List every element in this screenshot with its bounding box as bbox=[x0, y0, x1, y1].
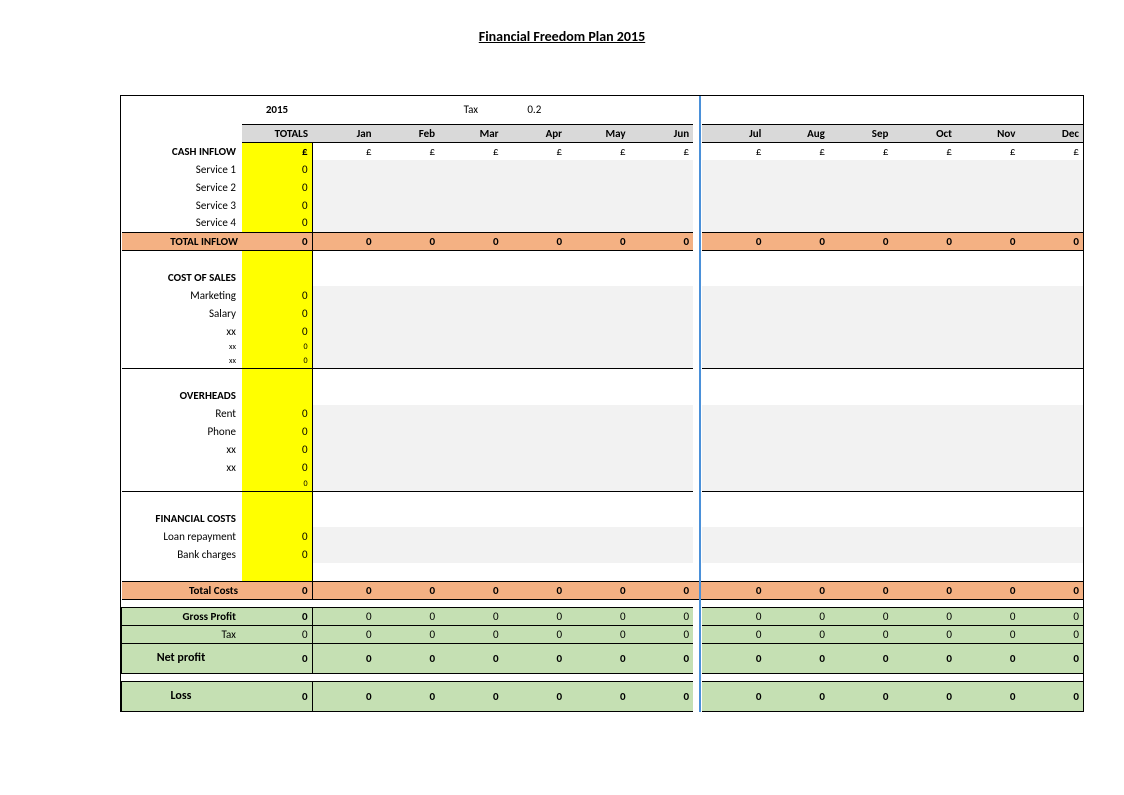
tax-rate: 0.2 bbox=[503, 96, 567, 124]
info-row: 2015 Tax 0.2 bbox=[122, 96, 1084, 124]
hdr-totals: TOTALS bbox=[242, 124, 312, 142]
net-profit-row: Net profit 0 0 0 0 0 0 0 0 0 0 0 0 0 bbox=[122, 643, 1084, 673]
table-row: xx0 bbox=[122, 322, 1084, 340]
table-row: 0 bbox=[122, 477, 1084, 492]
table-row: Service 30 bbox=[122, 196, 1084, 214]
table-row: xx0 bbox=[122, 354, 1084, 369]
table-row: xx0 bbox=[122, 441, 1084, 459]
spacer bbox=[122, 369, 1084, 387]
spacer bbox=[122, 491, 1084, 509]
table-row: Phone0 bbox=[122, 423, 1084, 441]
table-row: Bank charges0 bbox=[122, 545, 1084, 563]
mid-year-divider bbox=[699, 96, 701, 712]
table-row: Marketing0 bbox=[122, 286, 1084, 304]
loss-row: Loss 0 0 0 0 0 0 0 0 0 0 0 0 0 bbox=[122, 681, 1084, 711]
overheads-title: OVERHEADS bbox=[122, 387, 1084, 405]
page-title: Financial Freedom Plan 2015 bbox=[0, 0, 1124, 95]
table-row: Rent0 bbox=[122, 405, 1084, 423]
header-row: TOTALS Jan Feb Mar Apr May Jun Jul Aug S… bbox=[122, 124, 1084, 142]
financial-plan-sheet: 2015 Tax 0.2 TOTALS Jan Feb Mar Apr May … bbox=[120, 95, 1084, 712]
spacer bbox=[122, 250, 1084, 268]
table-row: Service 40 bbox=[122, 214, 1084, 232]
total-inflow-row: TOTAL INFLOW 0 0 0 0 0 0 0 0 0 0 0 0 0 bbox=[122, 232, 1084, 250]
spacer bbox=[122, 563, 1084, 581]
financial-costs-title: FINANCIAL COSTS bbox=[122, 509, 1084, 527]
year-value: 2015 bbox=[242, 96, 312, 124]
cash-inflow-title: CASH INFLOW £ £ £ £ £ £ £ £ £ £ £ £ £ bbox=[122, 142, 1084, 160]
total-costs-row: Total Costs 0 0 0 0 0 0 0 0 0 0 0 0 0 bbox=[122, 581, 1084, 599]
table-row: Service 10 bbox=[122, 160, 1084, 178]
table-row: xx0 bbox=[122, 459, 1084, 477]
spacer bbox=[122, 673, 1084, 681]
spacer bbox=[122, 599, 1084, 607]
tax-row: Tax 0 0 0 0 0 0 0 0 0 0 0 0 0 bbox=[122, 625, 1084, 643]
gross-profit-row: Gross Profit 0 0 0 0 0 0 0 0 0 0 0 0 0 bbox=[122, 607, 1084, 625]
plan-table: 2015 Tax 0.2 TOTALS Jan Feb Mar Apr May … bbox=[121, 96, 1083, 712]
table-row: Salary0 bbox=[122, 304, 1084, 322]
cost-of-sales-title: COST OF SALES bbox=[122, 268, 1084, 286]
tax-label: Tax bbox=[439, 96, 503, 124]
table-row: Loan repayment0 bbox=[122, 527, 1084, 545]
table-row: Service 20 bbox=[122, 178, 1084, 196]
table-row: xx0 bbox=[122, 340, 1084, 354]
